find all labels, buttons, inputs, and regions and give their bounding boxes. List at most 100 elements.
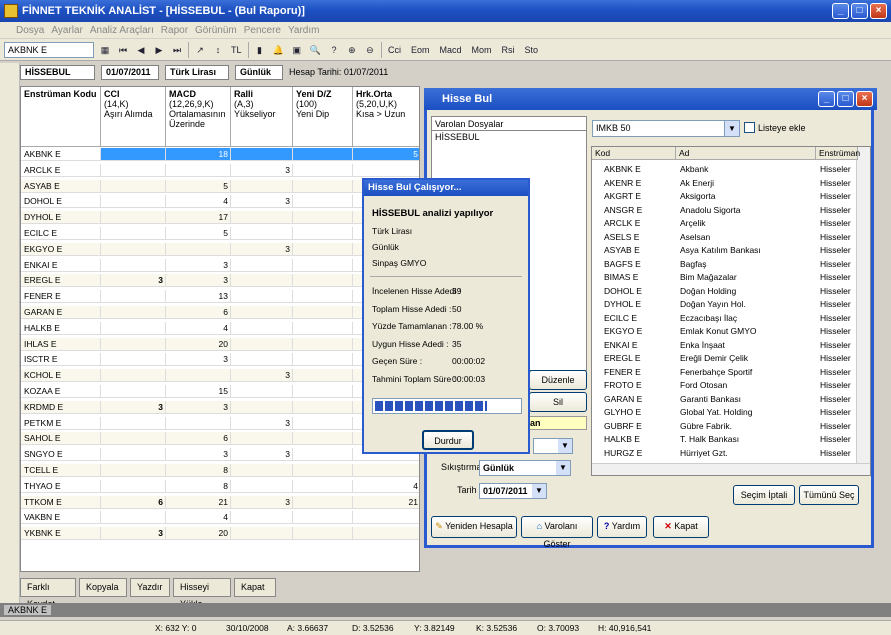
table-row[interactable]: EKGYO E 3 [21, 242, 419, 256]
chevron-down-icon[interactable]: ▼ [724, 121, 739, 136]
show-existing-button[interactable]: ⌂ Varolanı Göster [521, 516, 593, 549]
menu-item[interactable]: Ayarlar [51, 25, 83, 36]
list-header[interactable]: Kod [592, 147, 676, 160]
table-row[interactable]: AKBNK E 18 5 [21, 148, 419, 161]
column-header[interactable]: Ralli (A,3) Yükseliyor [231, 87, 293, 147]
stop-button[interactable]: Durdur [422, 430, 474, 450]
indicator-button[interactable]: Eom [409, 42, 432, 58]
table-row[interactable]: ASYAB E 5 [21, 179, 419, 193]
list-item[interactable]: DOHOL E Doğan Holding Hisseler [592, 285, 857, 298]
table-row[interactable]: HALKB E 4 [21, 321, 419, 335]
maximize-button[interactable]: □ [851, 3, 868, 19]
list-item[interactable]: ASYAB E Asya Katılım Bankası Hisseler [592, 244, 857, 257]
menu-item[interactable]: Yardım [288, 25, 320, 36]
list-item[interactable]: DYHOL E Doğan Yayın Hol. Hisseler [592, 298, 857, 311]
list-item[interactable]: GLYHO E Global Yat. Holding Hisseler [592, 406, 857, 419]
help-button[interactable]: ? Yardım [597, 516, 647, 538]
indicator-icon[interactable]: ↗ [193, 42, 207, 58]
column-header[interactable]: Hrk.Orta (5,20,U,K) Kısa > Uzun [353, 87, 419, 147]
compress-combo[interactable]: Günlük ▼ [479, 460, 571, 476]
hb-close-button[interactable]: × [856, 91, 873, 107]
table-row[interactable]: KOZAA E 15 [21, 385, 419, 398]
table-row[interactable]: KCHOL E 3 [21, 369, 419, 383]
list-item[interactable]: GARAN E Garanti Bankası Hisseler [592, 393, 857, 406]
recalc-button[interactable]: ✎ Yeniden Hesapla [431, 516, 517, 538]
symbol-combo[interactable]: AKBNK E [4, 41, 94, 58]
table-row[interactable]: GARAN E 6 [21, 306, 419, 319]
bottom-button[interactable]: Kopyala [79, 578, 127, 597]
bottom-button[interactable]: Hisseyi Yükle [173, 578, 231, 609]
list-item[interactable]: BAGFS E Bagfaş Hisseler [592, 258, 857, 271]
table-row[interactable]: TTKOM E 6 21 3 21 [21, 495, 419, 509]
first-combo[interactable]: ▼ [533, 438, 573, 454]
list-item[interactable]: ASELS E Aselsan Hisseler [592, 231, 857, 244]
first-icon[interactable]: ⏮ [116, 42, 130, 58]
table-row[interactable]: THYAO E 8 4 [21, 479, 419, 493]
table-row[interactable]: ISCTR E 3 [21, 353, 419, 367]
menu-item[interactable]: Dosya [16, 25, 44, 36]
bottom-button[interactable]: Kapat [234, 578, 276, 597]
delete-button[interactable]: Sil [529, 392, 587, 412]
table-row[interactable]: PETKM E 3 [21, 416, 419, 430]
close-window-button[interactable]: ✕ Kapat [653, 516, 709, 538]
list-item[interactable]: GUBRF E Gübre Fabrik. Hisseler [592, 420, 857, 433]
list-item[interactable]: ANSGR E Anadolu Sigorta Hisseler [592, 204, 857, 217]
list-item[interactable]: HALKB E T. Halk Bankası Hisseler [592, 433, 857, 446]
bottom-button[interactable]: Yazdır [130, 578, 170, 597]
list-item[interactable]: AKENR E Ak Enerji Hisseler [592, 177, 857, 190]
table-row[interactable]: EREGL E33 [21, 274, 419, 288]
indicator-button[interactable]: Cci [386, 42, 403, 58]
list-item[interactable]: ARCLK E Arçelik Hisseler [592, 217, 857, 230]
edit-button[interactable]: Düzenle [529, 370, 587, 390]
last-icon[interactable]: ⏭ [170, 42, 184, 58]
list-item[interactable]: BIMAS E Bim Mağazalar Hisseler [592, 271, 857, 284]
symbol-list[interactable]: Kod Ad Enstrüman AKBNK E Akbank Hisseler AKENR… [591, 146, 871, 476]
bar-chart-icon[interactable]: ▮ [253, 42, 267, 58]
column-header[interactable]: Enstrüman Kodu [21, 87, 101, 147]
tl-label[interactable]: TL [229, 42, 244, 58]
table-row[interactable]: DYHOL E 17 [21, 211, 419, 225]
list-header[interactable]: Enstrüman [816, 147, 860, 160]
list-item[interactable]: FROTO E Ford Otosan Hisseler [592, 379, 857, 392]
table-row[interactable]: ECILC E 5 [21, 227, 419, 240]
next-icon[interactable]: ▶ [152, 42, 166, 58]
horizontal-scrollbar[interactable] [592, 463, 870, 475]
list-item[interactable]: HURGZ E Hürriyet Gzt. Hisseler [592, 447, 857, 460]
bottom-button[interactable]: Farklı Kaydet [20, 578, 76, 609]
list-item[interactable]: FENER E Fenerbahçe Sportif Hisseler [592, 366, 857, 379]
hb-maximize-button[interactable]: □ [837, 91, 854, 107]
list-item[interactable]: ECILC E Eczacıbaşı İlaç Hisseler [592, 312, 857, 325]
indicator-button[interactable]: Mom [469, 42, 493, 58]
minimize-button[interactable]: _ [832, 3, 849, 19]
table-row[interactable]: SNGYO E 33 [21, 448, 419, 462]
table-row[interactable]: FENER E 13 [21, 290, 419, 304]
index-select[interactable]: IMKB 50 ▼ [592, 120, 740, 137]
menu-item[interactable]: Analiz Araçları [90, 25, 154, 36]
cursor-icon[interactable]: ↕ [211, 42, 225, 58]
table-row[interactable]: KRDMD E33 [21, 400, 419, 414]
table-row[interactable]: YKBNK E 3 20 [21, 527, 419, 541]
list-item[interactable]: AKBNK E Akbank Hisseler [592, 163, 857, 176]
menu-item[interactable]: Rapor [161, 25, 188, 36]
zoom-out-icon[interactable]: ⊖ [363, 42, 377, 58]
list-header[interactable]: Ad [676, 147, 816, 160]
bell-icon[interactable]: 🔔 [271, 42, 286, 58]
list-item[interactable]: AKGRT E Aksigorta Hisseler [592, 190, 857, 203]
indicator-button[interactable]: Macd [437, 42, 463, 58]
hb-minimize-button[interactable]: _ [818, 91, 835, 107]
list-item[interactable]: EKGYO E Emlak Konut GMYO Hisseler [592, 325, 857, 338]
table-row[interactable]: DOHOL E 43 [21, 195, 419, 209]
zoom-in-icon[interactable]: ⊕ [345, 42, 359, 58]
column-header[interactable]: MACD (12,26,9,K) Ortalamasının Üzerinde [166, 87, 231, 147]
select-cancel-button[interactable]: Seçim İptali [733, 485, 795, 505]
search-icon[interactable]: 🔍 [308, 42, 323, 58]
table-row[interactable]: SAHOL E 6 [21, 432, 419, 446]
list-item[interactable]: EREGL E Ereğli Demir Çelik Hisseler [592, 352, 857, 365]
list-item[interactable]: ENKAI E Enka İnşaat Hisseler [592, 339, 857, 352]
add-to-list-checkbox[interactable]: Listeye ekle [744, 122, 806, 133]
prev-icon[interactable]: ◀ [134, 42, 148, 58]
column-header[interactable]: CCI (14,K) Aşırı Alımda [101, 87, 166, 147]
menu-item[interactable]: Pencere [244, 25, 281, 36]
menu-item[interactable]: Görünüm [195, 25, 237, 36]
indicator-button[interactable]: Sto [522, 42, 540, 58]
